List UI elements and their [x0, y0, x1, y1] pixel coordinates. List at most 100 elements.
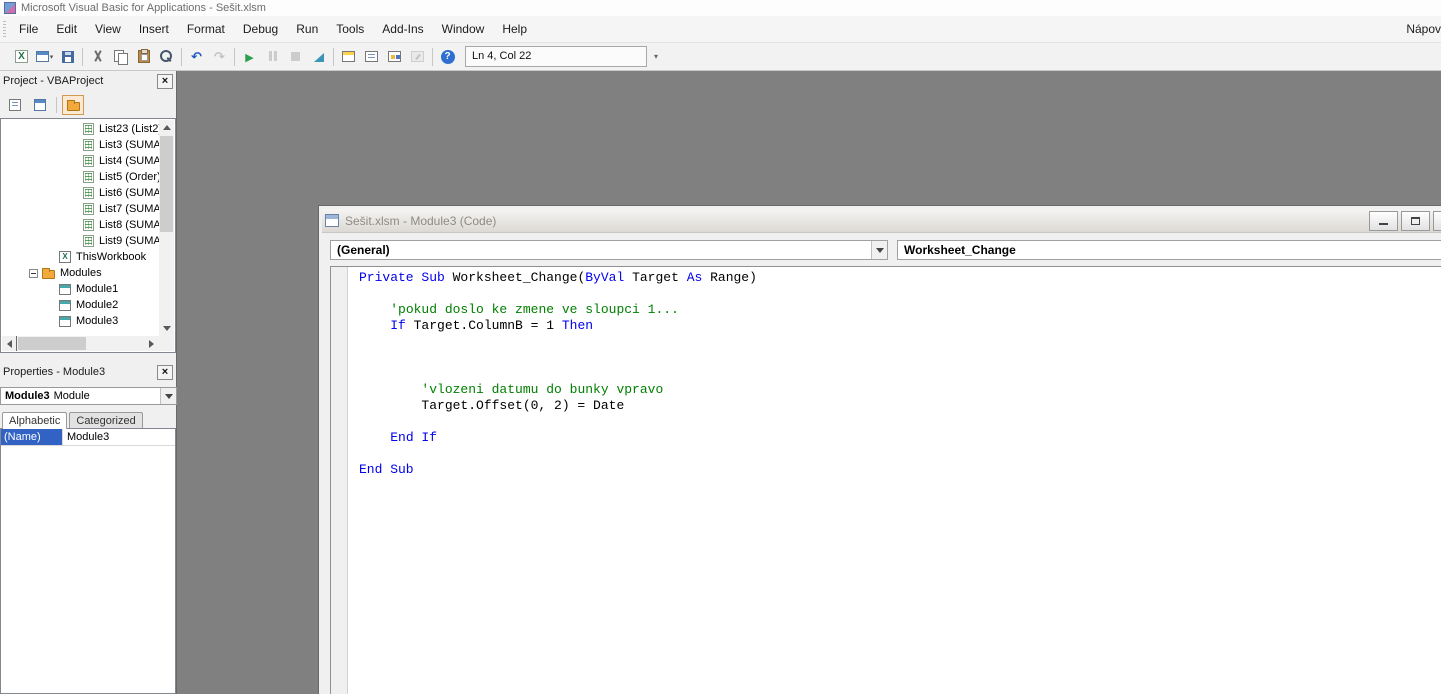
project-panel-close-button[interactable]: ×	[157, 74, 173, 89]
toggle-folders-button[interactable]	[62, 95, 84, 115]
toolbar-separator	[181, 48, 182, 66]
object-browser-button[interactable]	[383, 46, 406, 68]
tree-item-list9-suma-12[interactable]: List9 (SUMA 12)	[1, 233, 159, 249]
toolbar-overflow-button[interactable]: ▾	[649, 46, 663, 68]
menu-file[interactable]: File	[10, 16, 47, 42]
tree-item-label: Module2	[76, 299, 118, 311]
tree-item-label: List3 (SUMA17)	[99, 139, 159, 151]
vba-app-icon	[4, 2, 16, 14]
property-name[interactable]: (Name)	[1, 429, 63, 445]
find-button[interactable]	[155, 46, 178, 68]
menu-napoveda[interactable]: Nápov	[1397, 16, 1441, 42]
properties-tabs: AlphabeticCategorized	[0, 410, 176, 428]
view-excel-button[interactable]	[10, 46, 33, 68]
paste-button[interactable]	[132, 46, 155, 68]
module-icon	[59, 316, 71, 327]
project-tree-box: List23 (List2) List3 (SUMA17) List4 (SUMA1…	[0, 118, 176, 353]
tree-item-label: List7 (SUMA14)	[99, 203, 159, 215]
chevron-down-icon[interactable]	[871, 241, 887, 259]
tree-item-module2[interactable]: Module2	[1, 297, 159, 313]
help-button[interactable]	[436, 46, 459, 68]
worksheet-icon	[83, 155, 94, 167]
tree-item-list7-suma14[interactable]: List7 (SUMA14)	[1, 201, 159, 217]
property-row[interactable]: (Name)Module3	[1, 429, 175, 446]
chevron-down-icon[interactable]	[160, 388, 176, 404]
menu-insert[interactable]: Insert	[130, 16, 178, 42]
maximize-button[interactable]	[1401, 211, 1430, 231]
menu-addins[interactable]: Add-Ins	[373, 16, 432, 42]
tab-alphabetic[interactable]: Alphabetic	[2, 412, 67, 429]
properties-window-button[interactable]	[360, 46, 383, 68]
project-explorer-button[interactable]	[337, 46, 360, 68]
tree-item-list23-list2[interactable]: List23 (List2)	[1, 121, 159, 137]
scroll-right-icon[interactable]	[144, 336, 159, 351]
design-mode-button[interactable]	[307, 46, 330, 68]
tree-item-module3[interactable]: Module3	[1, 313, 159, 329]
tab-categorized[interactable]: Categorized	[69, 412, 142, 428]
properties-object-dropdown[interactable]: Module3 Module	[0, 387, 177, 405]
run-button[interactable]	[238, 46, 261, 68]
menu-format[interactable]: Format	[178, 16, 234, 42]
code-editor[interactable]: Private Sub Worksheet_Change(ByVal Targe…	[330, 266, 1441, 694]
collapse-icon[interactable]	[29, 269, 38, 278]
undo-button[interactable]	[185, 46, 208, 68]
main-area: Project - VBAProject × List23 (List2)Lis…	[0, 71, 1441, 694]
menu-help[interactable]: Help	[493, 16, 536, 42]
copy-button[interactable]	[109, 46, 132, 68]
view-code-button[interactable]	[4, 95, 26, 115]
save-button[interactable]	[56, 46, 79, 68]
undo-icon	[191, 48, 202, 66]
standard-toolbar: ▾ Ln 4, Col 22 ▾	[0, 43, 1441, 71]
menu-tools[interactable]: Tools	[327, 16, 373, 42]
code-line	[359, 286, 757, 302]
property-value[interactable]: Module3	[63, 429, 109, 445]
project-panel-title: Project - VBAProject	[3, 75, 103, 87]
tree-item-label: List23 (List2)	[99, 123, 159, 135]
menu-edit[interactable]: Edit	[47, 16, 86, 42]
menu-debug[interactable]: Debug	[234, 16, 287, 42]
properties-panel-title: Properties - Module3	[3, 366, 105, 378]
vertical-scrollbar-thumb[interactable]	[160, 136, 173, 232]
tree-horizontal-scrollbar[interactable]	[2, 336, 159, 351]
tree-item-list6-suma15[interactable]: List6 (SUMA15)	[1, 185, 159, 201]
tree-item-list3-suma17[interactable]: List3 (SUMA17)	[1, 137, 159, 153]
properties-panel-close-button[interactable]: ×	[157, 365, 173, 380]
tree-item-list4-suma16[interactable]: List4 (SUMA16)	[1, 153, 159, 169]
insert-userform-button[interactable]: ▾	[33, 46, 56, 68]
scroll-up-icon[interactable]	[159, 120, 174, 135]
horizontal-scrollbar-thumb[interactable]	[18, 337, 86, 350]
code-line: End If	[359, 430, 757, 446]
scroll-left-icon[interactable]	[2, 336, 17, 351]
code-window-titlebar[interactable]: Sešit.xlsm - Module3 (Code) ×	[322, 209, 1441, 233]
dropdown-arrow-icon: ▾	[50, 53, 54, 61]
tree-item-modules[interactable]: Modules	[1, 265, 159, 281]
tree-item-thisworkbook[interactable]: ThisWorkbook	[1, 249, 159, 265]
tree-item-list5-order[interactable]: List5 (Order)	[1, 169, 159, 185]
tree-item-label: Modules	[60, 267, 102, 279]
reset-button	[284, 46, 307, 68]
toolbox-icon	[411, 51, 424, 62]
tree-item-label: List4 (SUMA16)	[99, 155, 159, 167]
close-button[interactable]: ×	[1433, 211, 1441, 231]
scroll-down-icon[interactable]	[159, 321, 174, 336]
procedure-dropdown[interactable]: Worksheet_Change	[897, 240, 1441, 260]
tree-item-module1[interactable]: Module1	[1, 281, 159, 297]
code-line: 'vlozeni datumu do bunky vpravo	[359, 382, 757, 398]
code-line	[359, 414, 757, 430]
menubar-grip[interactable]	[3, 21, 6, 37]
properties-panel-header: Properties - Module3 ×	[0, 362, 176, 382]
app-title: Microsoft Visual Basic for Applications …	[21, 2, 266, 14]
minimize-button[interactable]	[1369, 211, 1398, 231]
menu-run[interactable]: Run	[287, 16, 327, 42]
object-dropdown[interactable]: (General)	[330, 240, 888, 260]
worksheet-icon	[83, 187, 94, 199]
break-button	[261, 46, 284, 68]
view-object-button[interactable]	[29, 95, 51, 115]
code-line: Target.Offset(0, 2) = Date	[359, 398, 757, 414]
project-toolbar	[0, 91, 176, 118]
cut-button[interactable]	[86, 46, 109, 68]
tree-vertical-scrollbar[interactable]	[159, 120, 174, 336]
tree-item-list8-suma13[interactable]: List8 (SUMA13)	[1, 217, 159, 233]
menu-window[interactable]: Window	[433, 16, 494, 42]
menu-view[interactable]: View	[86, 16, 130, 42]
